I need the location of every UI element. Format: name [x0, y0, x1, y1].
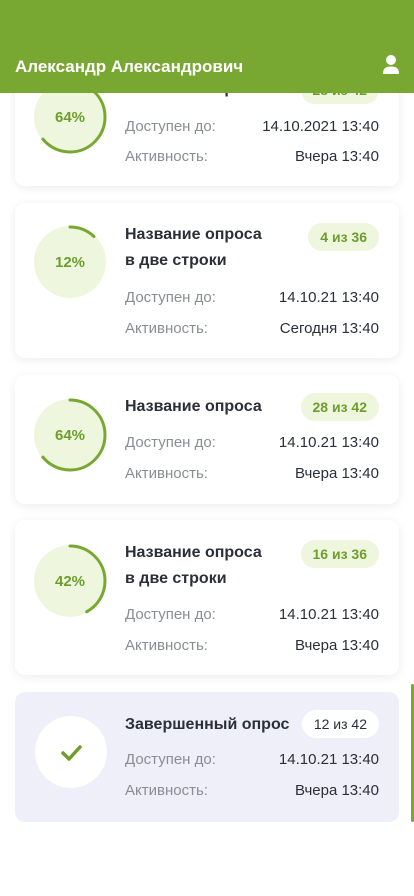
completed-status: [35, 716, 107, 788]
activity-label: Активность:: [125, 148, 208, 165]
survey-card[interactable]: 64% Название опроса 28 из 42 Доступен до…: [15, 375, 399, 504]
available-label: Доступен до:: [125, 434, 216, 451]
answers-badge: 16 из 36: [300, 540, 379, 568]
activity-value: Вчера 13:40: [294, 465, 379, 482]
activity-label: Активность:: [125, 320, 208, 337]
activity-label: Активность:: [125, 782, 208, 799]
available-label: Доступен до:: [125, 751, 216, 768]
user-icon[interactable]: [382, 54, 400, 76]
answers-badge: 12 из 42: [301, 710, 379, 738]
answers-badge: 28 из 42: [300, 393, 379, 421]
available-value: 14.10.21 13:40: [278, 289, 379, 306]
user-name: Александр Александрович: [15, 57, 244, 76]
activity-value: Вчера 13:40: [294, 148, 379, 165]
progress-ring: 12%: [33, 225, 107, 299]
activity-label: Активность:: [125, 465, 208, 482]
available-value: 14.10.21 13:40: [278, 606, 379, 623]
survey-card-completed[interactable]: Завершенный опрос 12 из 42 Доступен до: …: [15, 692, 399, 822]
check-icon: [61, 745, 82, 761]
survey-list: 64% Название опроса 28 из 42 Доступен до…: [0, 0, 414, 896]
progress-percent: 64%: [54, 426, 86, 444]
survey-title: Название опроса в две строки: [125, 222, 295, 274]
survey-card[interactable]: 42% Название опроса в две строки 16 из 3…: [15, 520, 399, 675]
activity-value: Сегодня 13:40: [279, 320, 379, 337]
available-label: Доступен до:: [125, 118, 216, 135]
survey-title: Завершенный опрос: [125, 716, 290, 733]
available-label: Доступен до:: [125, 289, 216, 306]
activity-value: Вчера 13:40: [294, 782, 379, 799]
app-header: Александр Александрович: [0, 0, 414, 93]
survey-title-line2: в две строки: [125, 252, 227, 269]
progress-ring: 42%: [33, 544, 107, 618]
survey-title: Название опроса: [125, 398, 262, 415]
survey-title-line2: в две строки: [125, 570, 227, 587]
survey-title-line1: Название опроса: [125, 226, 262, 243]
progress-ring: 64%: [33, 398, 107, 472]
activity-value: Вчера 13:40: [294, 637, 379, 654]
answers-badge: 4 из 36: [308, 223, 379, 251]
available-value: 14.10.2021 13:40: [262, 118, 379, 135]
progress-percent: 12%: [54, 253, 86, 271]
available-value: 14.10.21 13:40: [278, 434, 379, 451]
available-label: Доступен до:: [125, 606, 216, 623]
survey-card[interactable]: 12% Название опроса в две строки 4 из 36…: [15, 203, 399, 358]
progress-percent: 42%: [54, 572, 86, 590]
survey-title-line1: Название опроса: [125, 544, 262, 561]
available-value: 14.10.21 13:40: [278, 751, 379, 768]
survey-title: Название опроса в две строки: [125, 540, 295, 592]
activity-label: Активность:: [125, 637, 208, 654]
